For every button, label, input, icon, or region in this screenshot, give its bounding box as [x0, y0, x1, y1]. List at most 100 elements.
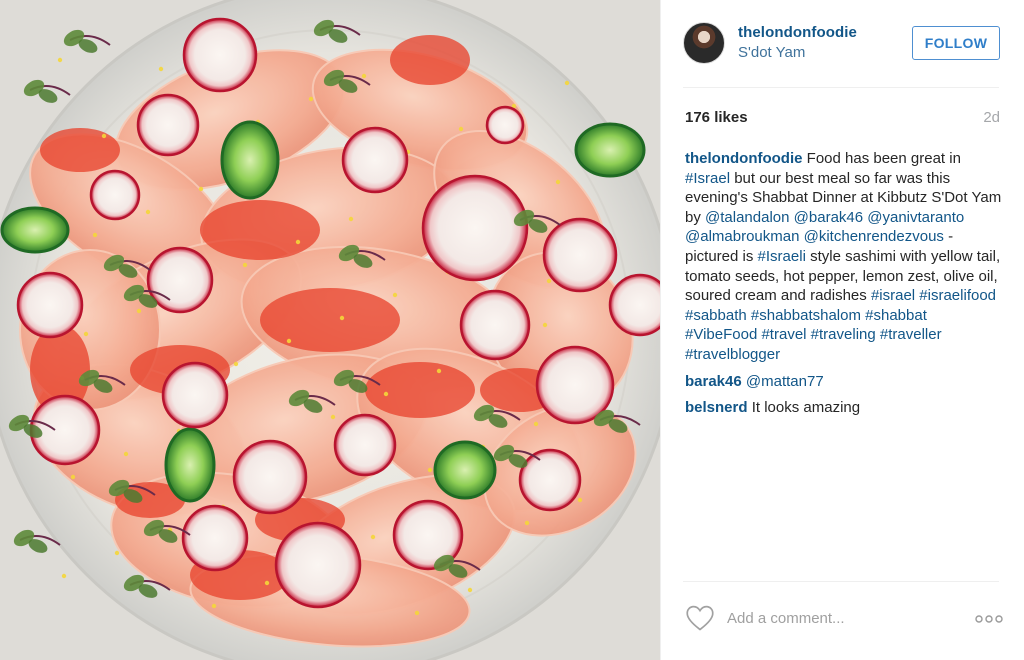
lemon-zest [330, 414, 336, 420]
lemon-zest [211, 603, 217, 609]
caption: thelondonfoodie Food has been great in #… [685, 149, 1003, 365]
lemon-zest [564, 80, 570, 86]
lemon-zest [361, 73, 367, 79]
lemon-zest [101, 133, 107, 139]
lemon-zest [136, 308, 142, 314]
mention-link[interactable]: @almabroukman [685, 228, 799, 245]
author-username[interactable]: thelondonfoodie [738, 24, 857, 41]
lemon-zest [308, 96, 314, 102]
lemon-zest [436, 368, 442, 374]
jalapeno-slice [574, 122, 646, 178]
lemon-zest [264, 580, 270, 586]
post-photo[interactable] [0, 0, 660, 660]
lemon-zest [242, 262, 248, 268]
lemon-zest [145, 209, 151, 215]
jalapeno-slice [220, 120, 280, 200]
lemon-zest [123, 451, 129, 457]
lemon-zest [198, 186, 204, 192]
hashtag-link[interactable]: #shabbatshalom [751, 307, 861, 324]
radish-slice [181, 504, 249, 572]
radish-slice [485, 105, 525, 145]
radish-slice [146, 246, 214, 314]
more-dots-icon[interactable] [975, 615, 1003, 623]
avatar[interactable] [683, 22, 725, 64]
radish-slice [232, 439, 308, 515]
mention-link[interactable]: @kitchenrendezvous [804, 228, 944, 245]
comment-text: @mattan77 [742, 373, 824, 390]
mention-link[interactable]: @yanivtaranto [867, 209, 964, 226]
lemon-zest [348, 216, 354, 222]
hashtag-link[interactable]: #Israeli [758, 248, 806, 265]
lemon-zest [467, 587, 473, 593]
actions-divider [683, 581, 999, 582]
radish-slice [29, 394, 101, 466]
mention-link[interactable]: @barak46 [794, 209, 863, 226]
lemon-zest [70, 474, 76, 480]
jalapeno-slice [164, 427, 216, 503]
lemon-zest [524, 520, 530, 526]
lemon-zest [295, 239, 301, 245]
hashtag-link[interactable]: #israel [871, 287, 915, 304]
lemon-zest [83, 331, 89, 337]
jalapeno-slice [0, 206, 70, 254]
hashtag-link[interactable]: #travelblogger [685, 346, 780, 363]
mention-link[interactable]: @mattan77 [746, 373, 824, 390]
comment-item: belsnerd It looks amazing [685, 398, 1003, 418]
hashtag-link[interactable]: #sabbath [685, 307, 747, 324]
radish-slice [341, 126, 409, 194]
heart-outline-icon[interactable] [685, 604, 715, 632]
tomato-seeds [260, 288, 400, 352]
hashtag-link[interactable]: #Israel [685, 170, 730, 187]
caption-username[interactable]: thelondonfoodie [685, 150, 802, 167]
post-location[interactable]: S'dot Yam [738, 44, 805, 61]
radish-slice [89, 169, 141, 221]
add-comment-input[interactable] [727, 605, 927, 631]
lemon-zest [286, 338, 292, 344]
lemon-zest [414, 610, 420, 616]
radish-slice [16, 271, 84, 339]
hashtag-link[interactable]: #shabbat [865, 307, 927, 324]
lemon-zest [533, 421, 539, 427]
hashtag-link[interactable]: #VibeFood [685, 326, 757, 343]
radish-slice [136, 93, 200, 157]
caption-text: Food has been great in #Israel but our b… [685, 150, 1001, 363]
hashtag-link[interactable]: #israelifood [919, 287, 996, 304]
lemon-zest [114, 550, 120, 556]
hashtag-link[interactable]: #travel [761, 326, 806, 343]
lemon-zest [577, 497, 583, 503]
mention-link[interactable]: @talandalon [705, 209, 789, 226]
jalapeno-slice [433, 440, 497, 500]
lemon-zest [427, 467, 433, 473]
caption-text-fragment: Food has been great in [802, 150, 961, 167]
comments-list: thelondonfoodie Food has been great in #… [685, 149, 1003, 425]
post-time[interactable]: 2d [983, 109, 1000, 126]
comment-username[interactable]: barak46 [685, 373, 742, 390]
tomato-seeds [200, 200, 320, 260]
radish-slice [182, 17, 258, 93]
lemon-zest [158, 66, 164, 72]
hashtag-link[interactable]: #traveller [880, 326, 942, 343]
lemon-zest [370, 534, 376, 540]
hashtag-link[interactable]: #traveling [811, 326, 876, 343]
radish-slice [542, 217, 618, 293]
radish-slice [459, 289, 531, 361]
lemon-zest [233, 361, 239, 367]
radish-slice [518, 448, 582, 512]
radish-slice [421, 174, 529, 282]
comment-username[interactable]: belsnerd [685, 399, 748, 416]
tomato-seeds [40, 128, 120, 172]
radish-slice [608, 273, 660, 337]
sashimi-plate-image [0, 0, 660, 660]
comment-text-fragment: It looks amazing [747, 399, 861, 417]
tomato-seeds [365, 362, 475, 418]
radish-slice [333, 413, 397, 477]
lemon-zest [383, 391, 389, 397]
comment-item: barak46 @mattan77 [685, 372, 1003, 392]
likes-count[interactable]: 176 likes [685, 109, 748, 126]
lemon-zest [339, 315, 345, 321]
lemon-zest [458, 126, 464, 132]
post-actions [661, 596, 1024, 640]
lemon-zest [57, 57, 63, 63]
comment-text: It looks amazing [747, 399, 861, 417]
follow-button[interactable]: FOLLOW [912, 26, 1000, 60]
